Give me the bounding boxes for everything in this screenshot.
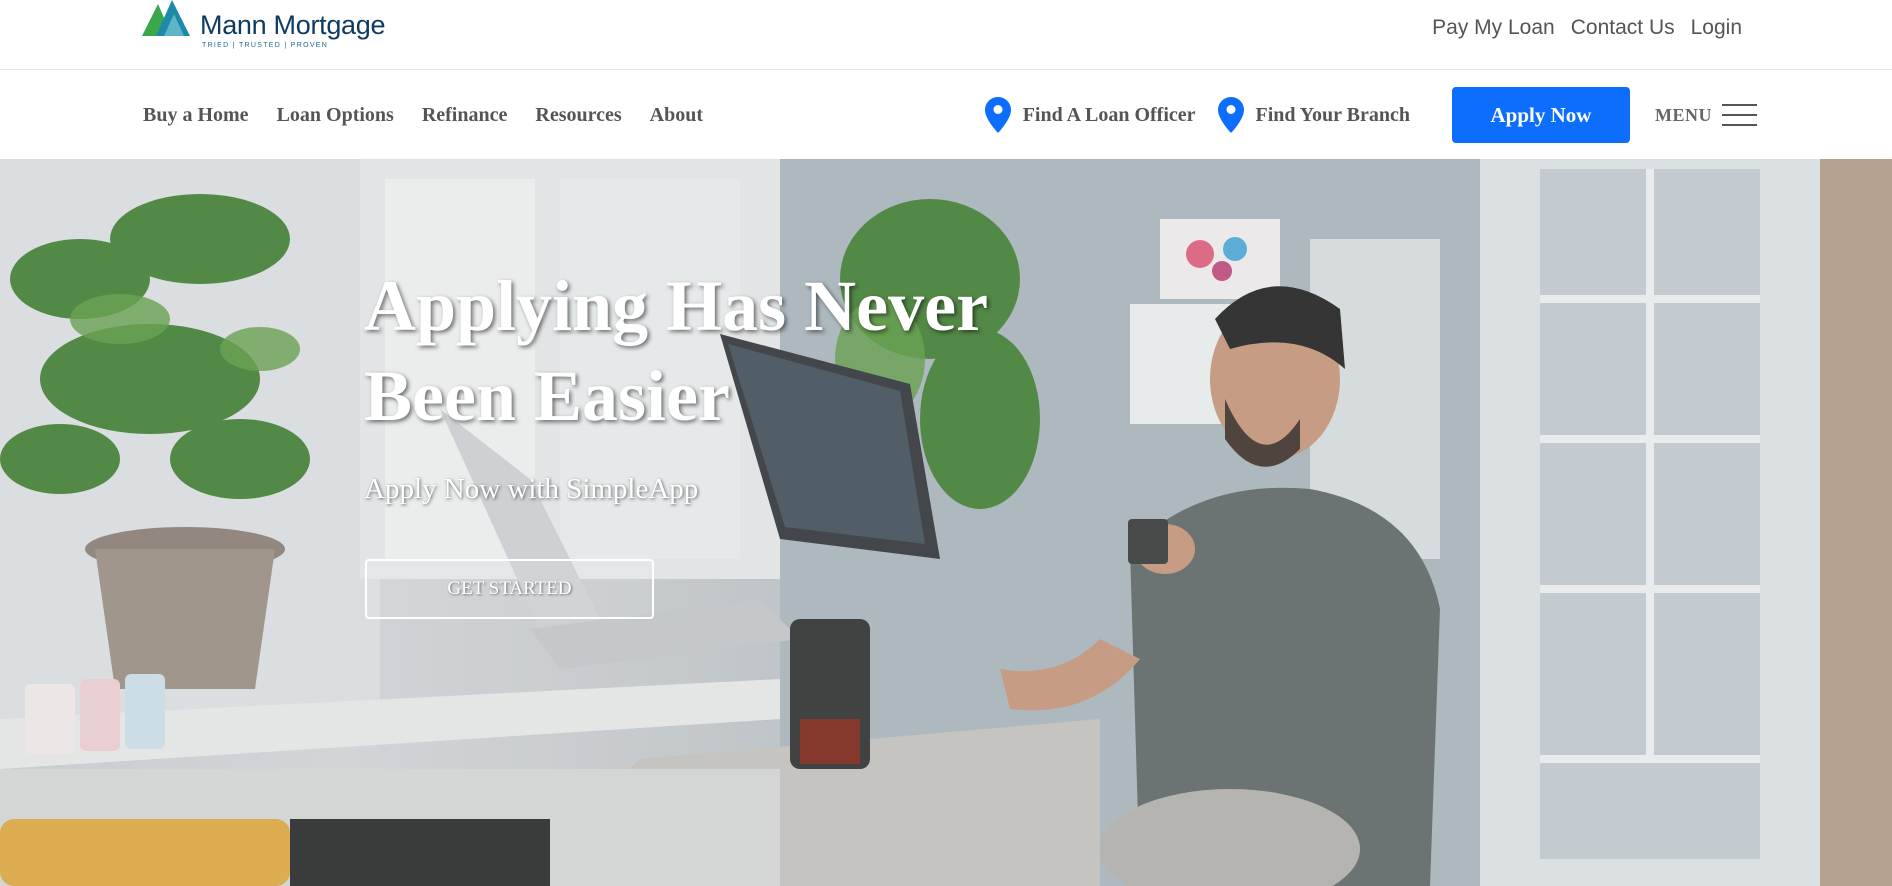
brand-tagline: TRIED | TRUSTED | PROVEN xyxy=(202,42,329,49)
secondary-nav: Find A Loan Officer Find Your Branch App… xyxy=(984,71,1757,159)
contact-us-link[interactable]: Contact Us xyxy=(1571,16,1675,40)
nav-resources[interactable]: Resources xyxy=(535,104,621,127)
utility-nav: Pay My Loan Contact Us Login xyxy=(1432,16,1742,40)
mountain-logo-icon xyxy=(142,0,190,36)
nav-about[interactable]: About xyxy=(650,104,703,127)
pay-my-loan-link[interactable]: Pay My Loan xyxy=(1432,16,1555,40)
get-started-button[interactable]: GET STARTED xyxy=(365,559,654,619)
map-pin-icon xyxy=(984,97,1011,133)
primary-nav-links: Buy a Home Loan Options Refinance Resour… xyxy=(143,71,703,159)
apply-now-button[interactable]: Apply Now xyxy=(1452,87,1630,143)
menu-label: MENU xyxy=(1655,104,1712,125)
nav-loan-options[interactable]: Loan Options xyxy=(277,104,394,127)
find-branch-link[interactable]: Find Your Branch xyxy=(1217,97,1410,133)
find-loan-officer-link[interactable]: Find A Loan Officer xyxy=(984,97,1196,133)
brand-name: Mann Mortgage xyxy=(200,10,386,40)
find-branch-label: Find Your Branch xyxy=(1255,103,1410,126)
menu-toggle[interactable]: MENU xyxy=(1655,104,1757,126)
main-nav: Buy a Home Loan Options Refinance Resour… xyxy=(0,71,1892,159)
brand-logo[interactable]: Mann Mortgage TRIED | TRUSTED | PROVEN xyxy=(142,0,386,54)
map-pin-icon xyxy=(1217,97,1244,133)
find-loan-officer-label: Find A Loan Officer xyxy=(1022,103,1196,126)
hero-headline: Applying Has Never Been Easier xyxy=(364,266,987,436)
hero-subheadline: Apply Now with SimpleApp xyxy=(364,473,699,505)
hero-banner: Applying Has Never Been Easier Apply Now… xyxy=(0,159,1892,886)
top-utility-bar: Mann Mortgage TRIED | TRUSTED | PROVEN P… xyxy=(0,0,1892,70)
login-link[interactable]: Login xyxy=(1691,16,1742,40)
hamburger-icon xyxy=(1722,104,1757,126)
nav-buy-a-home[interactable]: Buy a Home xyxy=(143,104,249,127)
nav-refinance[interactable]: Refinance xyxy=(422,104,508,127)
